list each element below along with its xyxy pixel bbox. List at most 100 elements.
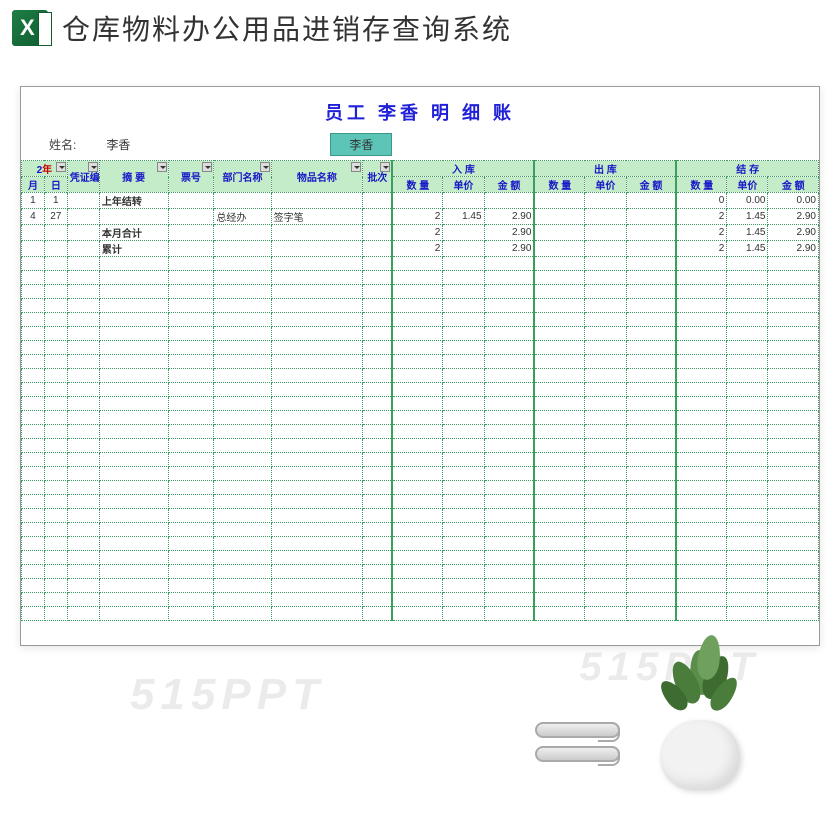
cell-out-price[interactable] [585, 225, 626, 241]
cell-item[interactable] [271, 593, 363, 607]
cell-code[interactable] [67, 481, 99, 495]
cell-in-amt[interactable] [484, 327, 534, 341]
cell-bal-price[interactable] [727, 453, 768, 467]
cell-bal-amt[interactable]: 2.90 [768, 225, 819, 241]
cell-bal-qty[interactable] [676, 425, 726, 439]
cell-bal-amt[interactable] [768, 537, 819, 551]
dropdown-icon[interactable] [56, 162, 66, 172]
table-row[interactable]: 427总经办签字笔21.452.9021.452.90 [22, 209, 819, 225]
cell-out-qty[interactable] [534, 285, 584, 299]
cell-code[interactable] [67, 579, 99, 593]
cell-code[interactable] [67, 369, 99, 383]
cell-out-amt[interactable] [626, 193, 676, 209]
cell-batch[interactable] [363, 523, 393, 537]
cell-bal-qty[interactable] [676, 313, 726, 327]
cell-ticket[interactable] [168, 271, 214, 285]
cell-in-amt[interactable] [484, 565, 534, 579]
cell-in-price[interactable] [443, 383, 484, 397]
cell-out-amt[interactable] [626, 607, 676, 621]
cell-in-price[interactable] [443, 565, 484, 579]
cell-bal-price[interactable] [727, 369, 768, 383]
cell-out-qty[interactable] [534, 481, 584, 495]
cell-in-price[interactable] [443, 467, 484, 481]
cell-in-amt[interactable] [484, 193, 534, 209]
cell-day[interactable] [44, 509, 67, 523]
cell-in-amt[interactable] [484, 397, 534, 411]
cell-bal-qty[interactable] [676, 397, 726, 411]
cell-summary[interactable] [99, 369, 168, 383]
cell-bal-amt[interactable]: 2.90 [768, 209, 819, 225]
cell-bal-qty[interactable] [676, 453, 726, 467]
cell-in-amt[interactable] [484, 593, 534, 607]
cell-day[interactable]: 27 [44, 209, 67, 225]
cell-in-qty[interactable] [392, 313, 442, 327]
cell-bal-amt[interactable] [768, 397, 819, 411]
cell-item[interactable] [271, 369, 363, 383]
table-row[interactable] [22, 355, 819, 369]
cell-bal-qty[interactable] [676, 327, 726, 341]
cell-out-amt[interactable] [626, 467, 676, 481]
cell-in-amt[interactable] [484, 453, 534, 467]
cell-out-price[interactable] [585, 523, 626, 537]
cell-batch[interactable] [363, 193, 393, 209]
cell-bal-amt[interactable] [768, 565, 819, 579]
cell-item[interactable] [271, 453, 363, 467]
table-row[interactable] [22, 383, 819, 397]
cell-bal-price[interactable] [727, 439, 768, 453]
cell-month[interactable] [22, 225, 45, 241]
cell-in-price[interactable] [443, 285, 484, 299]
cell-in-price[interactable] [443, 607, 484, 621]
cell-bal-amt[interactable] [768, 467, 819, 481]
cell-summary[interactable] [99, 341, 168, 355]
hdr-batch[interactable]: 批次 [363, 161, 393, 193]
cell-in-amt[interactable] [484, 257, 534, 271]
cell-bal-amt[interactable] [768, 299, 819, 313]
cell-ticket[interactable] [168, 285, 214, 299]
cell-code[interactable] [67, 523, 99, 537]
cell-out-price[interactable] [585, 313, 626, 327]
cell-in-amt[interactable] [484, 299, 534, 313]
cell-bal-qty[interactable] [676, 509, 726, 523]
cell-code[interactable] [67, 537, 99, 551]
hdr-code[interactable]: 凭证编号 [67, 161, 99, 193]
name-selector-button[interactable]: 李香 [330, 133, 392, 156]
cell-bal-amt[interactable] [768, 425, 819, 439]
cell-dept[interactable] [214, 383, 271, 397]
cell-summary[interactable] [99, 355, 168, 369]
cell-item[interactable] [271, 271, 363, 285]
cell-out-qty[interactable] [534, 579, 584, 593]
cell-out-price[interactable] [585, 439, 626, 453]
cell-ticket[interactable] [168, 241, 214, 257]
cell-out-price[interactable] [585, 481, 626, 495]
cell-ticket[interactable] [168, 411, 214, 425]
table-row[interactable] [22, 579, 819, 593]
cell-out-amt[interactable] [626, 565, 676, 579]
cell-day[interactable] [44, 439, 67, 453]
cell-ticket[interactable] [168, 481, 214, 495]
cell-item[interactable] [271, 193, 363, 209]
cell-dept[interactable] [214, 193, 271, 209]
cell-month[interactable] [22, 523, 45, 537]
cell-bal-amt[interactable] [768, 369, 819, 383]
cell-bal-price[interactable] [727, 607, 768, 621]
dropdown-icon[interactable] [260, 162, 270, 172]
table-row[interactable] [22, 607, 819, 621]
cell-out-qty[interactable] [534, 593, 584, 607]
table-row[interactable] [22, 565, 819, 579]
cell-bal-amt[interactable] [768, 411, 819, 425]
cell-batch[interactable] [363, 341, 393, 355]
cell-item[interactable] [271, 299, 363, 313]
cell-bal-qty[interactable] [676, 257, 726, 271]
cell-bal-amt[interactable] [768, 257, 819, 271]
cell-summary[interactable] [99, 565, 168, 579]
cell-bal-amt[interactable] [768, 523, 819, 537]
cell-dept[interactable] [214, 225, 271, 241]
cell-month[interactable] [22, 439, 45, 453]
cell-dept[interactable] [214, 411, 271, 425]
hdr-item[interactable]: 物品名称 [271, 161, 363, 193]
cell-out-price[interactable] [585, 607, 626, 621]
cell-day[interactable] [44, 537, 67, 551]
cell-bal-qty[interactable] [676, 537, 726, 551]
cell-out-price[interactable] [585, 509, 626, 523]
cell-day[interactable] [44, 607, 67, 621]
